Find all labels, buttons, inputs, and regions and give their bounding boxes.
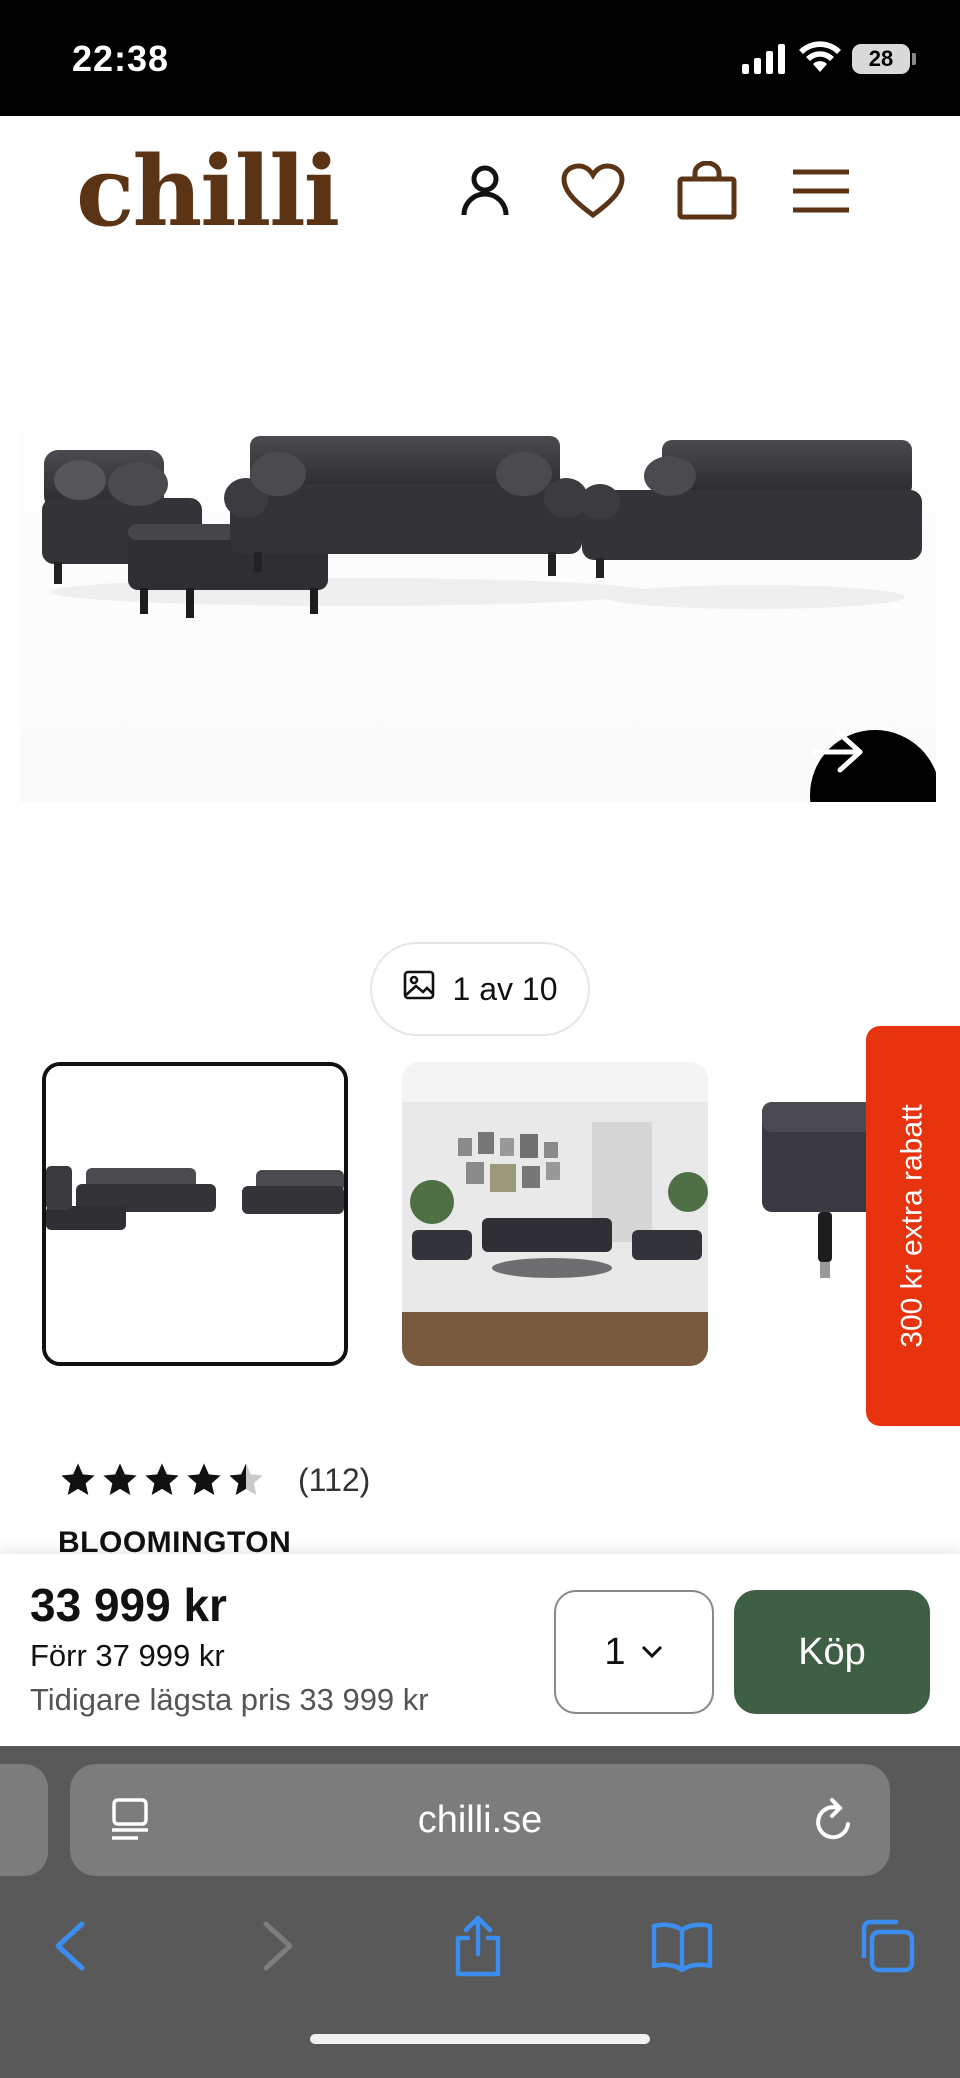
back-icon[interactable] bbox=[30, 1906, 110, 1986]
quantity-value: 1 bbox=[604, 1630, 626, 1673]
image-icon bbox=[403, 969, 435, 1009]
half-star-icon bbox=[229, 1463, 263, 1495]
home-indicator bbox=[310, 2034, 650, 2044]
arrow-right-icon bbox=[811, 731, 863, 773]
browser-toolbar: chilli.se bbox=[0, 1746, 960, 2078]
menu-icon[interactable] bbox=[786, 156, 856, 226]
current-price: 33 999 kr bbox=[30, 1579, 227, 1631]
site-header: chilli bbox=[0, 116, 960, 266]
chilli-logo[interactable]: chilli bbox=[76, 144, 340, 240]
status-bar: 22:38 28 bbox=[0, 0, 960, 116]
star-icon bbox=[61, 1463, 95, 1495]
extra-discount-tab[interactable]: 300 kr extra rabatt bbox=[866, 1026, 960, 1426]
cellular-signal-icon bbox=[742, 44, 786, 79]
thumbnail-2[interactable] bbox=[402, 1062, 708, 1366]
buy-button[interactable]: Köp bbox=[734, 1590, 930, 1714]
heart-icon[interactable] bbox=[558, 156, 628, 226]
share-icon[interactable] bbox=[438, 1906, 518, 1986]
battery-indicator: 28 bbox=[852, 44, 910, 74]
quantity-select[interactable]: 1 bbox=[554, 1590, 714, 1714]
image-counter[interactable]: 1 av 10 bbox=[370, 942, 590, 1036]
previous-price: Förr 37 999 kr bbox=[30, 1638, 225, 1673]
tabs-icon[interactable] bbox=[846, 1906, 926, 1986]
image-counter-text: 1 av 10 bbox=[452, 970, 558, 1007]
wifi-icon bbox=[798, 40, 842, 79]
star-icon bbox=[145, 1463, 179, 1495]
star-icon bbox=[187, 1463, 221, 1495]
lowest-price-note: Tidigare lägsta pris 33 999 kr bbox=[30, 1682, 429, 1717]
forward-icon[interactable] bbox=[238, 1906, 318, 1986]
status-time: 22:38 bbox=[72, 38, 170, 79]
rating-count[interactable]: (112) bbox=[298, 1462, 370, 1499]
product-rating[interactable]: (112) bbox=[58, 1460, 370, 1500]
price-bar: 33 999 kr Förr 37 999 kr Tidigare lägsta… bbox=[0, 1554, 960, 1746]
thumbnail-1[interactable] bbox=[42, 1062, 348, 1366]
bag-icon[interactable] bbox=[672, 156, 742, 226]
battery-tip bbox=[912, 53, 916, 65]
previous-tab-edge[interactable] bbox=[0, 1764, 48, 1876]
address-bar[interactable]: chilli.se bbox=[70, 1764, 890, 1876]
bookmarks-icon[interactable] bbox=[642, 1906, 722, 1986]
url-text[interactable]: chilli.se bbox=[70, 1764, 890, 1876]
star-icon bbox=[103, 1463, 137, 1495]
user-icon[interactable] bbox=[450, 156, 520, 226]
product-main-image[interactable] bbox=[20, 262, 936, 802]
extra-discount-label: 300 kr extra rabatt bbox=[896, 1104, 929, 1348]
chevron-down-icon bbox=[641, 1645, 662, 1659]
reload-icon[interactable] bbox=[812, 1796, 856, 1849]
